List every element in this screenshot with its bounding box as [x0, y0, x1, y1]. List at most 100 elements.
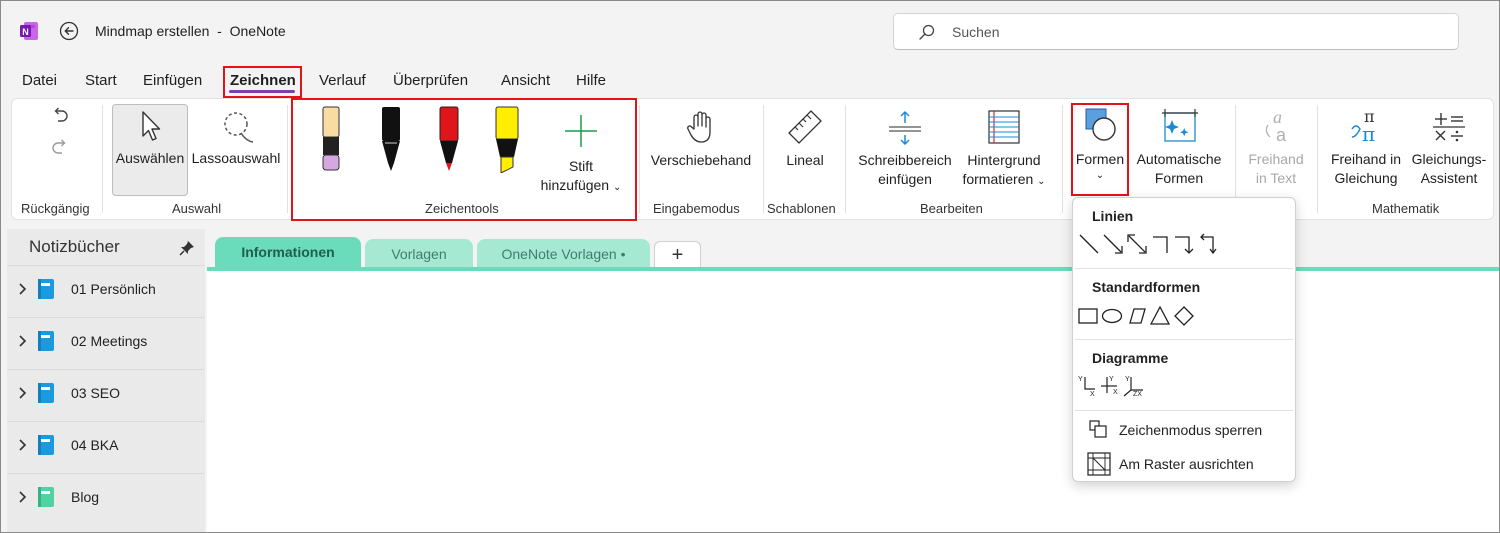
ink-to-math-label-1: Freihand in: [1330, 151, 1402, 167]
shapes-dropdown: Linien Standardformen Diagramme Y X Y X …: [1072, 197, 1296, 482]
svg-text:Y: Y: [1078, 376, 1083, 383]
ribbon-separator: [1062, 105, 1063, 213]
highlight-drawing-tools: [291, 98, 637, 221]
rectangle-shape-icon[interactable]: [1078, 308, 1098, 324]
notebook-icon: [38, 383, 54, 403]
parallelogram-shape-icon[interactable]: [1129, 308, 1146, 324]
svg-text:Y: Y: [1125, 376, 1130, 383]
ribbon-separator: [1317, 105, 1318, 213]
back-arrow-icon[interactable]: [59, 21, 79, 41]
select-button[interactable]: Auswählen: [112, 109, 188, 168]
group-label-templates: Schablonen: [767, 201, 836, 216]
ellipse-shape-icon[interactable]: [1101, 308, 1123, 324]
chevron-right-icon: [19, 439, 27, 451]
menu-verlauf[interactable]: Verlauf: [319, 72, 366, 89]
elbow-double-arrow-icon[interactable]: [1200, 233, 1217, 255]
notebook-item-04[interactable]: 04 BKA: [7, 421, 205, 469]
notebooks-header: Notizbücher: [29, 237, 120, 256]
diagrams-header: Diagramme: [1092, 350, 1169, 366]
menu-datei[interactable]: Datei: [22, 72, 57, 89]
notebook-label: 01 Persönlich: [71, 281, 156, 297]
ink-to-text-button[interactable]: a a Freihand in Text: [1240, 107, 1312, 188]
menu-ansicht[interactable]: Ansicht: [501, 72, 550, 89]
notebook-item-01[interactable]: 01 Persönlich: [7, 265, 205, 313]
chevron-right-icon: [19, 283, 27, 295]
notebook-icon: [38, 279, 54, 299]
menu-start[interactable]: Start: [85, 72, 117, 89]
ribbon-separator: [763, 105, 764, 213]
notebook-label: Blog: [71, 489, 100, 505]
group-label-undo: Rückgängig: [21, 201, 90, 216]
lasso-label: Lassoauswahl: [191, 150, 281, 166]
pan-hand-button[interactable]: Verschiebehand: [646, 109, 756, 170]
notebook-icon: [38, 435, 54, 455]
chevron-right-icon: [19, 387, 27, 399]
menu-hilfe[interactable]: Hilfe: [576, 72, 606, 89]
menu-ueberpruefen[interactable]: Überprüfen: [393, 72, 468, 89]
format-bg-label-2: formatieren: [962, 171, 1034, 187]
insert-space-button[interactable]: Schreibbereich einfügen: [852, 109, 958, 189]
auto-shapes-button[interactable]: Automatische Formen: [1130, 107, 1228, 188]
lasso-button[interactable]: Lassoauswahl: [190, 109, 282, 168]
menu-einfuegen[interactable]: Einfügen: [143, 72, 202, 89]
lines-row: [1077, 232, 1217, 256]
svg-text:X: X: [1113, 389, 1118, 396]
notebook-item-02[interactable]: 02 Meetings: [7, 317, 205, 365]
ruler-button[interactable]: Lineal: [770, 109, 840, 170]
ribbon-separator: [845, 105, 846, 213]
diamond-shape-icon[interactable]: [1174, 306, 1194, 326]
page-canvas[interactable]: [207, 271, 1499, 532]
ribbon-separator: [639, 105, 640, 213]
group-label-input: Eingabemodus: [653, 201, 740, 216]
snap-to-grid-item[interactable]: Am Raster ausrichten: [1085, 450, 1290, 478]
section-tab-informationen[interactable]: Informationen: [215, 237, 361, 271]
title-bar: N Mindmap erstellen - OneNote Suchen: [1, 1, 1499, 63]
redo-icon[interactable]: [50, 139, 70, 157]
notebook-item-03[interactable]: 03 SEO: [7, 369, 205, 417]
notebook-item-blog[interactable]: Blog: [7, 473, 205, 521]
search-input[interactable]: Suchen: [893, 13, 1459, 50]
format-background-button[interactable]: Hintergrund formatieren ⌄: [958, 109, 1050, 191]
notebook-icon: [38, 331, 54, 351]
insert-space-icon: [889, 110, 921, 145]
add-section-button[interactable]: +: [654, 241, 701, 269]
xy-cross-axis-icon[interactable]: Y X: [1101, 376, 1118, 396]
auto-shapes-label-1: Automatische: [1136, 151, 1222, 167]
pin-icon[interactable]: [179, 240, 195, 256]
triangle-shape-icon[interactable]: [1149, 305, 1171, 325]
ribbon-separator: [102, 105, 103, 213]
dropdown-separator: [1075, 268, 1293, 269]
ruler-icon: [788, 110, 822, 144]
elbow-connector-icon[interactable]: [1153, 236, 1168, 253]
notebook-label: 03 SEO: [71, 385, 121, 401]
notebook-sidebar: Notizbücher 01 Persönlich 02 Meetings 03…: [7, 229, 205, 532]
ink-to-math-button[interactable]: π π Freihand in Gleichung: [1324, 107, 1408, 188]
xyz-axis-icon[interactable]: Y ZX: [1123, 376, 1143, 398]
svg-text:π: π: [1362, 122, 1375, 145]
notebook-icon: [38, 487, 54, 507]
pan-label: Verschiebehand: [650, 152, 752, 168]
standard-shapes-row: [1077, 304, 1217, 328]
diagrams-row: Y X Y X Y ZX: [1077, 374, 1157, 398]
ink-to-text-label-2: in Text: [1255, 170, 1297, 186]
ink-to-math-label-2: Gleichung: [1334, 170, 1398, 186]
lines-header: Linien: [1092, 208, 1134, 224]
background-lines-icon: [988, 110, 1020, 144]
lock-drawing-mode-item[interactable]: Zeichenmodus sperren: [1085, 416, 1290, 444]
dropdown-separator: [1075, 339, 1293, 340]
group-label-edit: Bearbeiten: [920, 201, 983, 216]
line-shape-icon[interactable]: [1079, 234, 1099, 254]
xy-axis-icon[interactable]: Y X: [1078, 376, 1095, 398]
svg-text:a: a: [1276, 125, 1287, 145]
equation-label-2: Assistent: [1420, 170, 1478, 186]
equation-button[interactable]: Gleichungs- Assistent: [1408, 107, 1490, 188]
auto-shapes-icon: [1162, 109, 1198, 142]
elbow-arrow-icon[interactable]: [1175, 236, 1194, 254]
undo-icon[interactable]: [50, 107, 70, 125]
double-arrow-shape-icon[interactable]: [1127, 234, 1147, 254]
insert-space-label-2: einfügen: [878, 171, 932, 187]
highlight-shapes-button: [1071, 103, 1129, 196]
format-bg-label-1: Hintergrund: [967, 152, 1041, 168]
arrow-shape-icon[interactable]: [1103, 234, 1123, 254]
onenote-window: N Mindmap erstellen - OneNote Suchen Dat…: [0, 0, 1500, 533]
